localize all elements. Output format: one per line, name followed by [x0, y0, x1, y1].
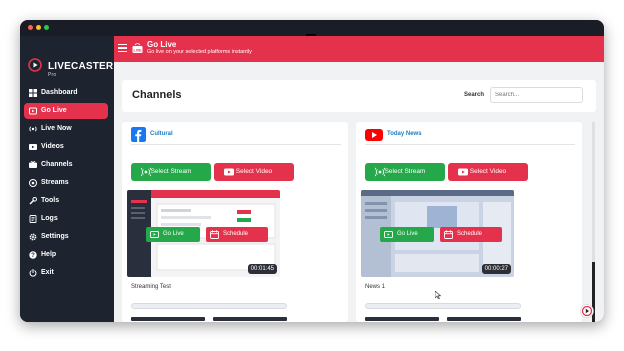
search-input[interactable]: [490, 87, 583, 103]
facebook-icon: [131, 127, 146, 142]
logo-text: LIVECASTER Pro: [48, 61, 114, 78]
sidebar-item-logs[interactable]: Logs: [24, 211, 108, 227]
search-label: Search: [464, 92, 485, 98]
sidebar-item-label: Streams: [41, 179, 69, 186]
footer-buttons-edge: [131, 317, 287, 321]
sidebar-item-label: Tools: [41, 197, 60, 204]
sidebar-item-tools[interactable]: Tools: [24, 193, 108, 209]
sidebar-item-streams[interactable]: Streams: [24, 175, 108, 191]
gear-icon: [29, 233, 37, 241]
close-window-icon[interactable]: [28, 25, 33, 30]
select-stream-button[interactable]: Select Stream: [131, 163, 211, 181]
calendar-icon: [210, 230, 219, 239]
footer-buttons-edge: [365, 317, 521, 321]
sidebar-item-exit[interactable]: Exit: [24, 265, 108, 281]
channel-name: Today News: [387, 131, 422, 137]
select-stream-label: Select Stream: [150, 168, 192, 175]
go-live-label: Go Live: [163, 231, 184, 237]
video-title: Streaming Test: [131, 284, 171, 290]
main-content: Channels Search Cultural Select Stream S…: [114, 62, 604, 322]
channels-header: Channels Search: [122, 80, 596, 112]
go-live-label: Go Live: [397, 231, 418, 237]
video-duration: 00:01:45: [247, 264, 277, 274]
upload-progress-bar: [131, 303, 287, 309]
logo-icon: [28, 58, 42, 72]
hamburger-menu-icon[interactable]: [118, 44, 127, 52]
divider: [365, 144, 575, 145]
mouse-cursor-icon: [435, 291, 441, 299]
go-live-button[interactable]: Go Live: [146, 227, 200, 242]
select-video-label: Select Video: [235, 168, 273, 175]
sidebar-item-label: Live Now: [41, 125, 72, 132]
sidebar-item-label: Settings: [41, 233, 69, 240]
live-tv-icon: [150, 231, 159, 238]
upload-progress-bar: [365, 303, 521, 309]
page-header: LIVE Go Live Go live on your selected pl…: [114, 36, 604, 62]
sidebar-item-label: Dashboard: [41, 89, 78, 96]
sidebar: LIVECASTER Pro Dashboard Go Live Live No…: [20, 36, 114, 322]
sidebar-item-label: Exit: [41, 269, 54, 276]
sidebar-item-label: Help: [41, 251, 57, 258]
live-badge-icon: LIVE: [132, 43, 143, 53]
sidebar-item-help[interactable]: ? Help: [24, 247, 108, 263]
channels-icon: [29, 161, 37, 168]
video-thumbnail[interactable]: Go Live Schedule 00:01:45: [127, 190, 280, 277]
sidebar-item-channels[interactable]: Channels: [24, 157, 108, 173]
broadcast-icon: [29, 126, 37, 132]
sidebar-item-videos[interactable]: Videos: [24, 139, 108, 155]
card-footer-strip: [131, 317, 287, 321]
divider: [131, 144, 341, 145]
calendar-icon: [444, 230, 453, 239]
video-thumbnail[interactable]: Go Live Schedule 00:00:27: [361, 190, 514, 277]
sidebar-item-label: Logs: [41, 215, 58, 222]
channel-name: Cultural: [150, 131, 173, 137]
svg-text:LIVE: LIVE: [134, 48, 143, 52]
dashboard-icon: [29, 89, 37, 97]
video-title: News 1: [365, 284, 386, 290]
channel-card-cultural: Cultural Select Stream Select Video Go L…: [122, 122, 348, 322]
tools-icon: [29, 197, 37, 205]
streams-icon: [29, 179, 37, 187]
page-title: Go Live: [147, 40, 177, 49]
help-icon: ?: [29, 251, 37, 259]
schedule-button[interactable]: Schedule: [440, 227, 502, 242]
youtube-icon: [365, 129, 383, 141]
sidebar-item-go-live[interactable]: Go Live: [24, 103, 108, 119]
go-live-icon: [29, 107, 37, 115]
sidebar-item-label: Channels: [41, 161, 73, 168]
schedule-label: Schedule: [223, 231, 249, 237]
exit-icon: [29, 269, 37, 277]
card-footer-strip: [365, 317, 521, 321]
select-video-label: Select Video: [469, 168, 507, 175]
sidebar-item-live-now[interactable]: Live Now: [24, 121, 108, 137]
select-video-button[interactable]: Select Video: [448, 163, 528, 181]
logs-icon: [29, 215, 37, 223]
schedule-label: Schedule: [457, 231, 483, 237]
schedule-button[interactable]: Schedule: [206, 227, 268, 242]
video-duration: 00:00:27: [481, 264, 511, 274]
video-icon: [29, 144, 37, 150]
maximize-window-icon[interactable]: [44, 25, 49, 30]
svg-text:?: ?: [31, 253, 35, 259]
select-video-button[interactable]: Select Video: [214, 163, 294, 181]
sidebar-item-dashboard[interactable]: Dashboard: [24, 85, 108, 101]
floating-logo-icon[interactable]: [580, 304, 594, 318]
channel-card-today-news: Today News Select Stream Select Video Go…: [356, 122, 582, 322]
app-window: LIVECASTER Pro Dashboard Go Live Live No…: [20, 20, 604, 322]
title-bar: [20, 20, 604, 37]
select-stream-button[interactable]: Select Stream: [365, 163, 445, 181]
sidebar-item-label: Videos: [41, 143, 64, 150]
channels-title: Channels: [132, 89, 182, 101]
select-stream-label: Select Stream: [384, 168, 426, 175]
live-tv-icon: [384, 231, 393, 238]
minimize-window-icon[interactable]: [36, 25, 41, 30]
go-live-button[interactable]: Go Live: [380, 227, 434, 242]
sidebar-item-label: Go Live: [41, 107, 67, 114]
page-subtitle: Go live on your selected platforms insta…: [147, 49, 252, 55]
sidebar-item-settings[interactable]: Settings: [24, 229, 108, 245]
